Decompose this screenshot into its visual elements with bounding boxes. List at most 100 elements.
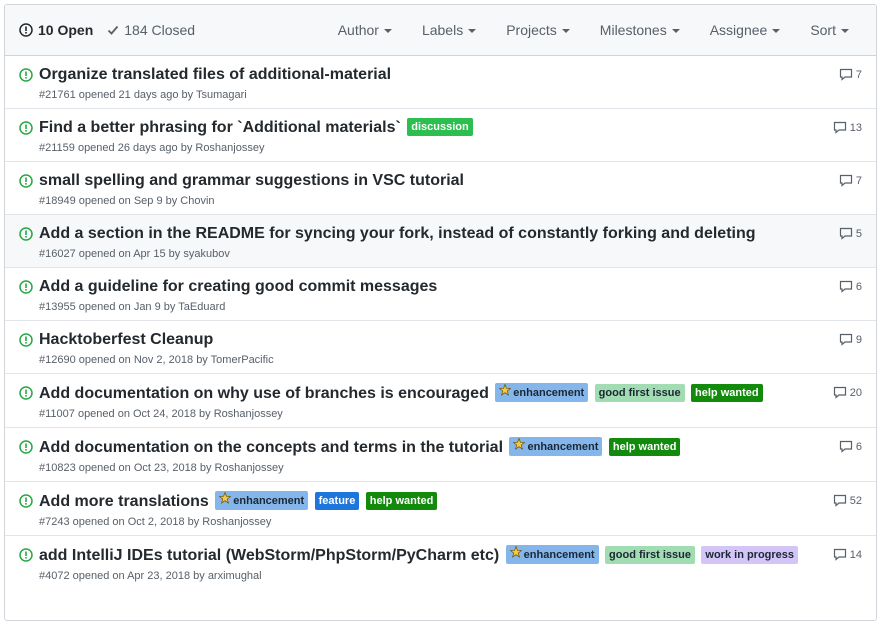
- comment-icon: [839, 280, 852, 293]
- filter-labels-dropdown[interactable]: Labels: [422, 22, 477, 38]
- issue-meta: #21159 opened 26 days ago by Roshanjosse…: [39, 142, 265, 154]
- sparkle-icon: [219, 492, 232, 504]
- comments-link[interactable]: 20: [833, 386, 862, 399]
- issues-list-box: 10 Open 184 Closed Author Labels Projects M…: [4, 4, 877, 621]
- label-text: discussion: [411, 121, 469, 133]
- comments-link[interactable]: 9: [839, 333, 862, 346]
- issue-title-link[interactable]: Find a better phrasing for `Additional m…: [39, 119, 401, 136]
- issue-title-link[interactable]: Add more translations: [39, 493, 209, 510]
- filter-label: Sort: [810, 22, 836, 38]
- issue-title-line: small spelling and grammar suggestions i…: [39, 171, 816, 191]
- label-enhancement[interactable]: enhancement: [495, 383, 589, 402]
- issue-title-line: Hacktoberfest Cleanup: [39, 330, 816, 350]
- issue-opened-icon: [19, 548, 33, 562]
- label-help-wanted[interactable]: help wanted: [365, 492, 438, 510]
- filter-author-dropdown[interactable]: Author: [338, 22, 392, 38]
- label-text: work in progress: [705, 549, 795, 561]
- label-text: good first issue: [609, 549, 691, 561]
- comments-link[interactable]: 14: [833, 548, 862, 561]
- issue-row[interactable]: Add more translations enhancement featur…: [5, 482, 876, 536]
- issue-title-line: Add a section in the README for syncing …: [39, 224, 816, 244]
- label-enhancement[interactable]: enhancement: [509, 437, 603, 456]
- comment-count: 7: [855, 68, 862, 81]
- open-issues-tab[interactable]: 10 Open: [19, 22, 93, 38]
- closed-count-label: 184 Closed: [124, 22, 196, 38]
- comment-icon: [839, 68, 852, 81]
- issue-meta: #4072 opened on Apr 23, 2018 by arximugh…: [39, 570, 262, 582]
- issues-list: Organize translated files of additional-…: [5, 56, 876, 589]
- comments-link[interactable]: 7: [839, 174, 862, 187]
- issue-row[interactable]: Hacktoberfest Cleanup #12690 opened on N…: [5, 321, 876, 374]
- sparkle-icon: [499, 384, 512, 396]
- comments-link[interactable]: 13: [833, 121, 862, 134]
- label-discussion[interactable]: discussion: [407, 118, 473, 136]
- comment-count: 14: [849, 548, 862, 561]
- filter-milestones-dropdown[interactable]: Milestones: [600, 22, 680, 38]
- comment-icon: [833, 494, 846, 507]
- issue-row[interactable]: Add documentation on why use of branches…: [5, 374, 876, 428]
- issue-meta: #21761 opened 21 days ago by Tsumagari: [39, 89, 247, 101]
- issue-meta: #11007 opened on Oct 24, 2018 by Roshanj…: [39, 408, 283, 420]
- label-good-first-issue[interactable]: good first issue: [605, 546, 695, 564]
- issue-title-line: Add documentation on the concepts and te…: [39, 437, 816, 458]
- comment-count: 6: [855, 280, 862, 293]
- issue-row[interactable]: Add a section in the README for syncing …: [5, 215, 876, 268]
- filter-projects-dropdown[interactable]: Projects: [506, 22, 570, 38]
- filter-bar: Author Labels Projects Milestones Assignee So…: [338, 22, 876, 38]
- issue-meta: #13955 opened on Jan 9 by TaEduard: [39, 301, 226, 313]
- issue-title-link[interactable]: Add documentation on why use of branches…: [39, 385, 489, 402]
- label-help-wanted[interactable]: help wanted: [691, 384, 763, 402]
- open-count-label: 10 Open: [38, 22, 94, 38]
- issue-title-link[interactable]: Add a guideline for creating good commit…: [39, 278, 437, 295]
- issue-row[interactable]: Add a guideline for creating good commit…: [5, 268, 876, 321]
- issue-row[interactable]: Find a better phrasing for `Additional m…: [5, 109, 876, 162]
- issue-opened-icon: [19, 440, 33, 454]
- label-feature[interactable]: feature: [314, 492, 360, 510]
- caret-down-icon: [383, 29, 392, 33]
- filter-sort-dropdown[interactable]: Sort: [810, 22, 849, 38]
- label-help-wanted[interactable]: help wanted: [608, 438, 681, 456]
- comments-link[interactable]: 5: [839, 227, 862, 240]
- issue-title-line: add IntelliJ IDEs tutorial (WebStorm/Php…: [39, 545, 816, 566]
- comments-link[interactable]: 52: [833, 494, 862, 507]
- issue-title-line: Find a better phrasing for `Additional m…: [39, 118, 816, 138]
- comment-count: 7: [855, 174, 862, 187]
- label-good-first-issue[interactable]: good first issue: [594, 384, 685, 402]
- label-text: help wanted: [695, 387, 759, 399]
- issue-title-link[interactable]: Add documentation on the concepts and te…: [39, 439, 503, 456]
- comment-count: 52: [849, 494, 862, 507]
- issue-row[interactable]: Add documentation on the concepts and te…: [5, 428, 876, 482]
- issue-title-link[interactable]: Add a section in the README for syncing …: [39, 225, 756, 242]
- issue-opened-icon: [19, 227, 33, 241]
- issue-meta: #12690 opened on Nov 2, 2018 by TomerPac…: [39, 354, 274, 366]
- issue-opened-icon: [19, 23, 33, 37]
- comment-count: 9: [855, 333, 862, 346]
- label-text: enhancement: [233, 495, 305, 507]
- comments-link[interactable]: 6: [839, 280, 862, 293]
- label-enhancement[interactable]: enhancement: [215, 491, 309, 510]
- comments-link[interactable]: 6: [839, 440, 862, 453]
- filter-label: Author: [337, 22, 379, 38]
- label-enhancement[interactable]: enhancement: [505, 545, 599, 564]
- issues-list-header: 10 Open 184 Closed Author Labels Projects M…: [5, 5, 876, 56]
- label-work-in-progress[interactable]: work in progress: [701, 546, 799, 564]
- filter-assignee-dropdown[interactable]: Assignee: [710, 22, 781, 38]
- label-text: enhancement: [527, 441, 599, 453]
- closed-issues-tab[interactable]: 184 Closed: [107, 22, 195, 38]
- comment-icon: [839, 333, 852, 346]
- issue-meta: #10823 opened on Oct 23, 2018 by Roshanj…: [39, 462, 284, 474]
- caret-down-icon: [468, 29, 477, 33]
- issue-row[interactable]: add IntelliJ IDEs tutorial (WebStorm/Php…: [5, 536, 876, 589]
- issue-row[interactable]: small spelling and grammar suggestions i…: [5, 162, 876, 215]
- issue-title-link[interactable]: small spelling and grammar suggestions i…: [39, 172, 464, 189]
- issue-meta: #16027 opened on Apr 15 by syakubov: [39, 248, 230, 260]
- caret-down-icon: [671, 29, 680, 33]
- issue-opened-icon: [19, 494, 33, 508]
- issue-title-line: Add more translations enhancement featur…: [39, 491, 816, 512]
- issue-opened-icon: [19, 68, 33, 82]
- comments-link[interactable]: 7: [839, 68, 862, 81]
- issue-title-link[interactable]: Organize translated files of additional-…: [39, 66, 391, 83]
- issue-title-link[interactable]: Hacktoberfest Cleanup: [39, 331, 213, 348]
- issue-row[interactable]: Organize translated files of additional-…: [5, 56, 876, 109]
- issue-title-link[interactable]: add IntelliJ IDEs tutorial (WebStorm/Php…: [39, 547, 499, 564]
